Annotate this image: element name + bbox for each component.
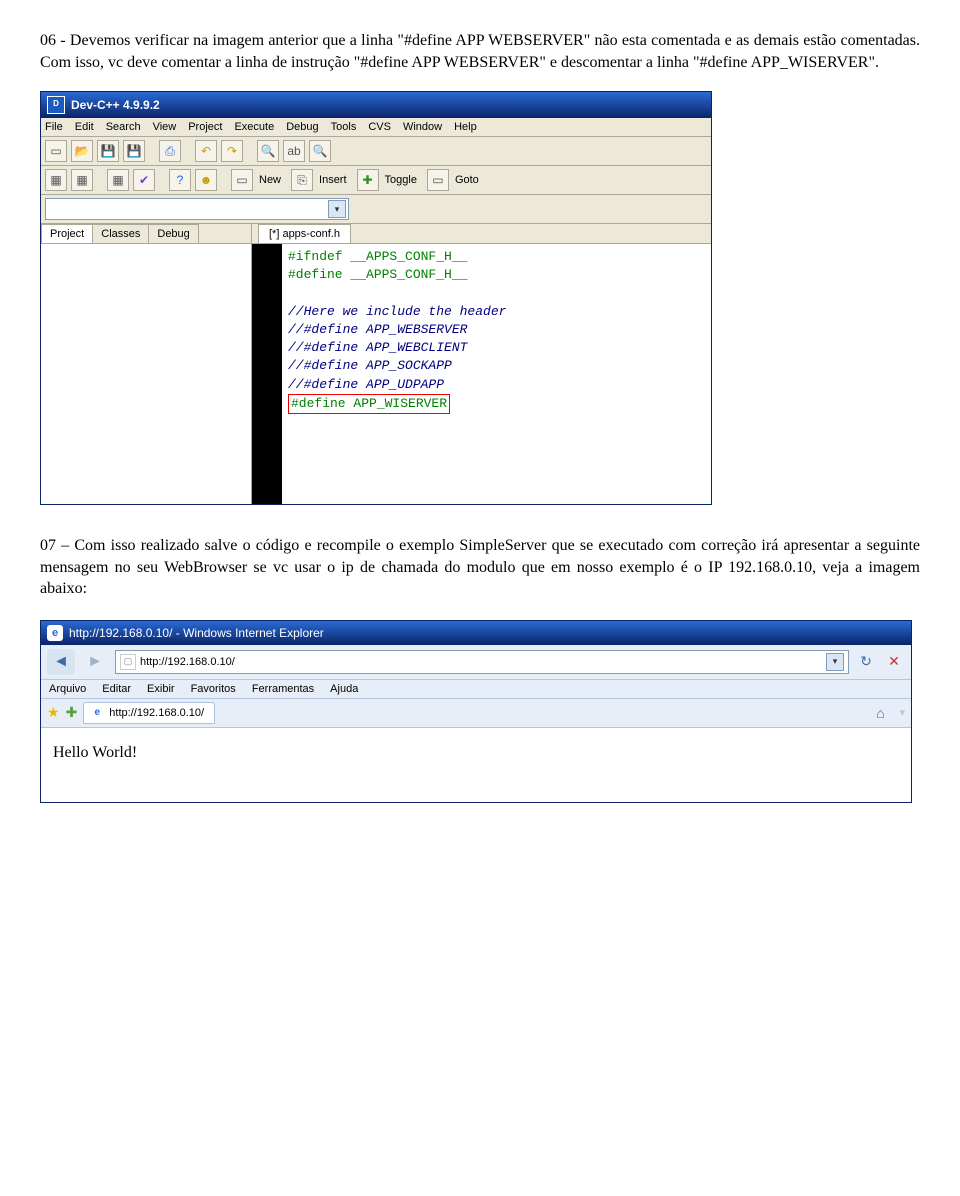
lefttab-project[interactable]: Project (41, 224, 93, 243)
tb-newfile-icon[interactable]: ▭ (45, 140, 67, 162)
filetab-apps-conf[interactable]: [*] apps-conf.h (258, 224, 351, 243)
ie-right-buttons: ⌂ ▾ (869, 703, 905, 723)
code-line-1: #ifndef __APPS_CONF_H__ (288, 249, 467, 264)
tb-help-icon[interactable]: ? (169, 169, 191, 191)
code-line-7: //#define APP_SOCKAPP (288, 358, 452, 373)
ie-url-text: http://192.168.0.10/ (140, 656, 235, 668)
ie-back-button[interactable]: ◄ (47, 649, 75, 675)
ie-menu-ferramentas[interactable]: Ferramentas (252, 683, 314, 695)
tb-about-icon[interactable]: ☻ (195, 169, 217, 191)
tb-redo-icon[interactable]: ↷ (221, 140, 243, 162)
ie-active-tab[interactable]: e http://192.168.0.10/ (83, 702, 215, 724)
devcpp-toolbar-2: ▦ ▦ ▦ ✔ ? ☻ ▭ New ⎘ Insert ✚ Toggle ▭ Go… (41, 166, 711, 195)
code-line-6: //#define APP_WEBCLIENT (288, 340, 467, 355)
ie-menu-ajuda[interactable]: Ajuda (330, 683, 358, 695)
devcpp-toolbar-3: ▾ (41, 195, 711, 224)
code-line-4: //Here we include the header (288, 304, 506, 319)
editor-gutter (252, 244, 282, 504)
ie-menu-exibir[interactable]: Exibir (147, 683, 175, 695)
ie-menu-editar[interactable]: Editar (102, 683, 131, 695)
devcpp-title-text: Dev-C++ 4.9.9.2 (71, 98, 160, 112)
devcpp-menubar: File Edit Search View Project Execute De… (41, 118, 711, 137)
devcpp-symbol-combo[interactable]: ▾ (45, 198, 349, 220)
menu-help[interactable]: Help (454, 121, 477, 133)
paragraph-06: 06 - Devemos verificar na imagem anterio… (40, 30, 920, 73)
menu-window[interactable]: Window (403, 121, 442, 133)
menu-project[interactable]: Project (188, 121, 222, 133)
menu-search[interactable]: Search (106, 121, 141, 133)
ie-favorites-star-icon[interactable]: ★ (47, 704, 60, 721)
ie-tab-title: http://192.168.0.10/ (109, 707, 204, 719)
tb-saveall-icon[interactable]: 💾 (123, 140, 145, 162)
devcpp-file-tabs: [*] apps-conf.h (252, 224, 711, 244)
ie-refresh-button[interactable]: ↻ (855, 651, 877, 673)
menu-tools[interactable]: Tools (331, 121, 357, 133)
tb-findnext-icon[interactable]: 🔍 (309, 140, 331, 162)
code-line-2: #define __APPS_CONF_H__ (288, 267, 467, 282)
ie-menubar: Arquivo Editar Exibir Favoritos Ferramen… (41, 680, 911, 699)
devcpp-toolbar-1: ▭ 📂 💾 💾 ⎙ ↶ ↷ 🔍 ab 🔍 (41, 137, 711, 166)
ie-stop-button[interactable]: ✕ (883, 651, 905, 673)
ie-address-dropdown-icon[interactable]: ▾ (826, 653, 844, 671)
tb-save-icon[interactable]: 💾 (97, 140, 119, 162)
devcpp-editor[interactable]: #ifndef __APPS_CONF_H__ #define __APPS_C… (252, 244, 711, 504)
tb-insert-label[interactable]: Insert (319, 174, 347, 186)
tb-goto-icon[interactable]: ▭ (427, 169, 449, 191)
code-line-9: #define APP_WISERVER (291, 396, 447, 411)
tb-goto-label[interactable]: Goto (455, 174, 479, 186)
menu-cvs[interactable]: CVS (368, 121, 391, 133)
menu-edit[interactable]: Edit (75, 121, 94, 133)
tb-toggle-label[interactable]: Toggle (385, 174, 417, 186)
tb-grid3-icon[interactable]: ▦ (107, 169, 129, 191)
ie-favicon-icon: ▢ (120, 654, 136, 670)
ie-add-favorite-icon[interactable]: ✚ (66, 704, 78, 721)
ie-home-button[interactable]: ⌂ (869, 703, 891, 723)
devcpp-editor-panel: [*] apps-conf.h #ifndef __APPS_CONF_H__ … (252, 224, 711, 504)
tb-insert-icon[interactable]: ⎘ (291, 169, 313, 191)
tb-grid2-icon[interactable]: ▦ (71, 169, 93, 191)
ie-menu-favoritos[interactable]: Favoritos (191, 683, 236, 695)
ie-address-bar[interactable]: ▢ http://192.168.0.10/ ▾ (115, 650, 849, 674)
tb-print-icon[interactable]: ⎙ (159, 140, 181, 162)
ie-title-text: http://192.168.0.10/ - Windows Internet … (69, 626, 324, 640)
dropdown-icon[interactable]: ▾ (328, 200, 346, 218)
tb-check-icon[interactable]: ✔ (133, 169, 155, 191)
ie-forward-button[interactable]: ► (81, 649, 109, 675)
menu-view[interactable]: View (153, 121, 177, 133)
devcpp-window: D Dev-C++ 4.9.9.2 File Edit Search View … (40, 91, 712, 505)
ie-window: e http://192.168.0.10/ - Windows Interne… (40, 620, 912, 803)
tb-open-icon[interactable]: 📂 (71, 140, 93, 162)
devcpp-left-panel: Project Classes Debug (41, 224, 252, 504)
ie-tab-row: ★ ✚ e http://192.168.0.10/ ⌂ ▾ (41, 699, 911, 728)
ie-app-icon: e (47, 625, 63, 641)
devcpp-titlebar: D Dev-C++ 4.9.9.2 (41, 92, 711, 118)
menu-debug[interactable]: Debug (286, 121, 318, 133)
paragraph-07: 07 – Com isso realizado salve o código e… (40, 535, 920, 600)
tb-toggle-icon[interactable]: ✚ (357, 169, 379, 191)
editor-code: #ifndef __APPS_CONF_H__ #define __APPS_C… (282, 244, 512, 504)
devcpp-app-icon: D (47, 96, 65, 114)
devcpp-project-tree[interactable] (41, 244, 251, 504)
ie-hello-world-text: Hello World! (53, 744, 137, 761)
tb-undo-icon[interactable]: ↶ (195, 140, 217, 162)
ie-tab-favicon-icon: e (90, 706, 104, 720)
code-line-5: //#define APP_WEBSERVER (288, 322, 467, 337)
menu-file[interactable]: File (45, 121, 63, 133)
tb-find-icon[interactable]: 🔍 (257, 140, 279, 162)
tb-grid1-icon[interactable]: ▦ (45, 169, 67, 191)
code-line-8: //#define APP_UDPAPP (288, 377, 444, 392)
devcpp-left-tabs: Project Classes Debug (41, 224, 251, 244)
ie-titlebar: e http://192.168.0.10/ - Windows Interne… (41, 621, 911, 645)
ie-menu-arquivo[interactable]: Arquivo (49, 683, 86, 695)
ie-nav-row: ◄ ► ▢ http://192.168.0.10/ ▾ ↻ ✕ (41, 645, 911, 680)
lefttab-classes[interactable]: Classes (92, 224, 149, 243)
lefttab-debug[interactable]: Debug (148, 224, 198, 243)
menu-execute[interactable]: Execute (234, 121, 274, 133)
tb-new-icon[interactable]: ▭ (231, 169, 253, 191)
code-line-9-highlight: #define APP_WISERVER (288, 394, 450, 414)
ie-page-content: Hello World! (41, 728, 911, 802)
tb-replace-icon[interactable]: ab (283, 140, 305, 162)
tb-new-label[interactable]: New (259, 174, 281, 186)
